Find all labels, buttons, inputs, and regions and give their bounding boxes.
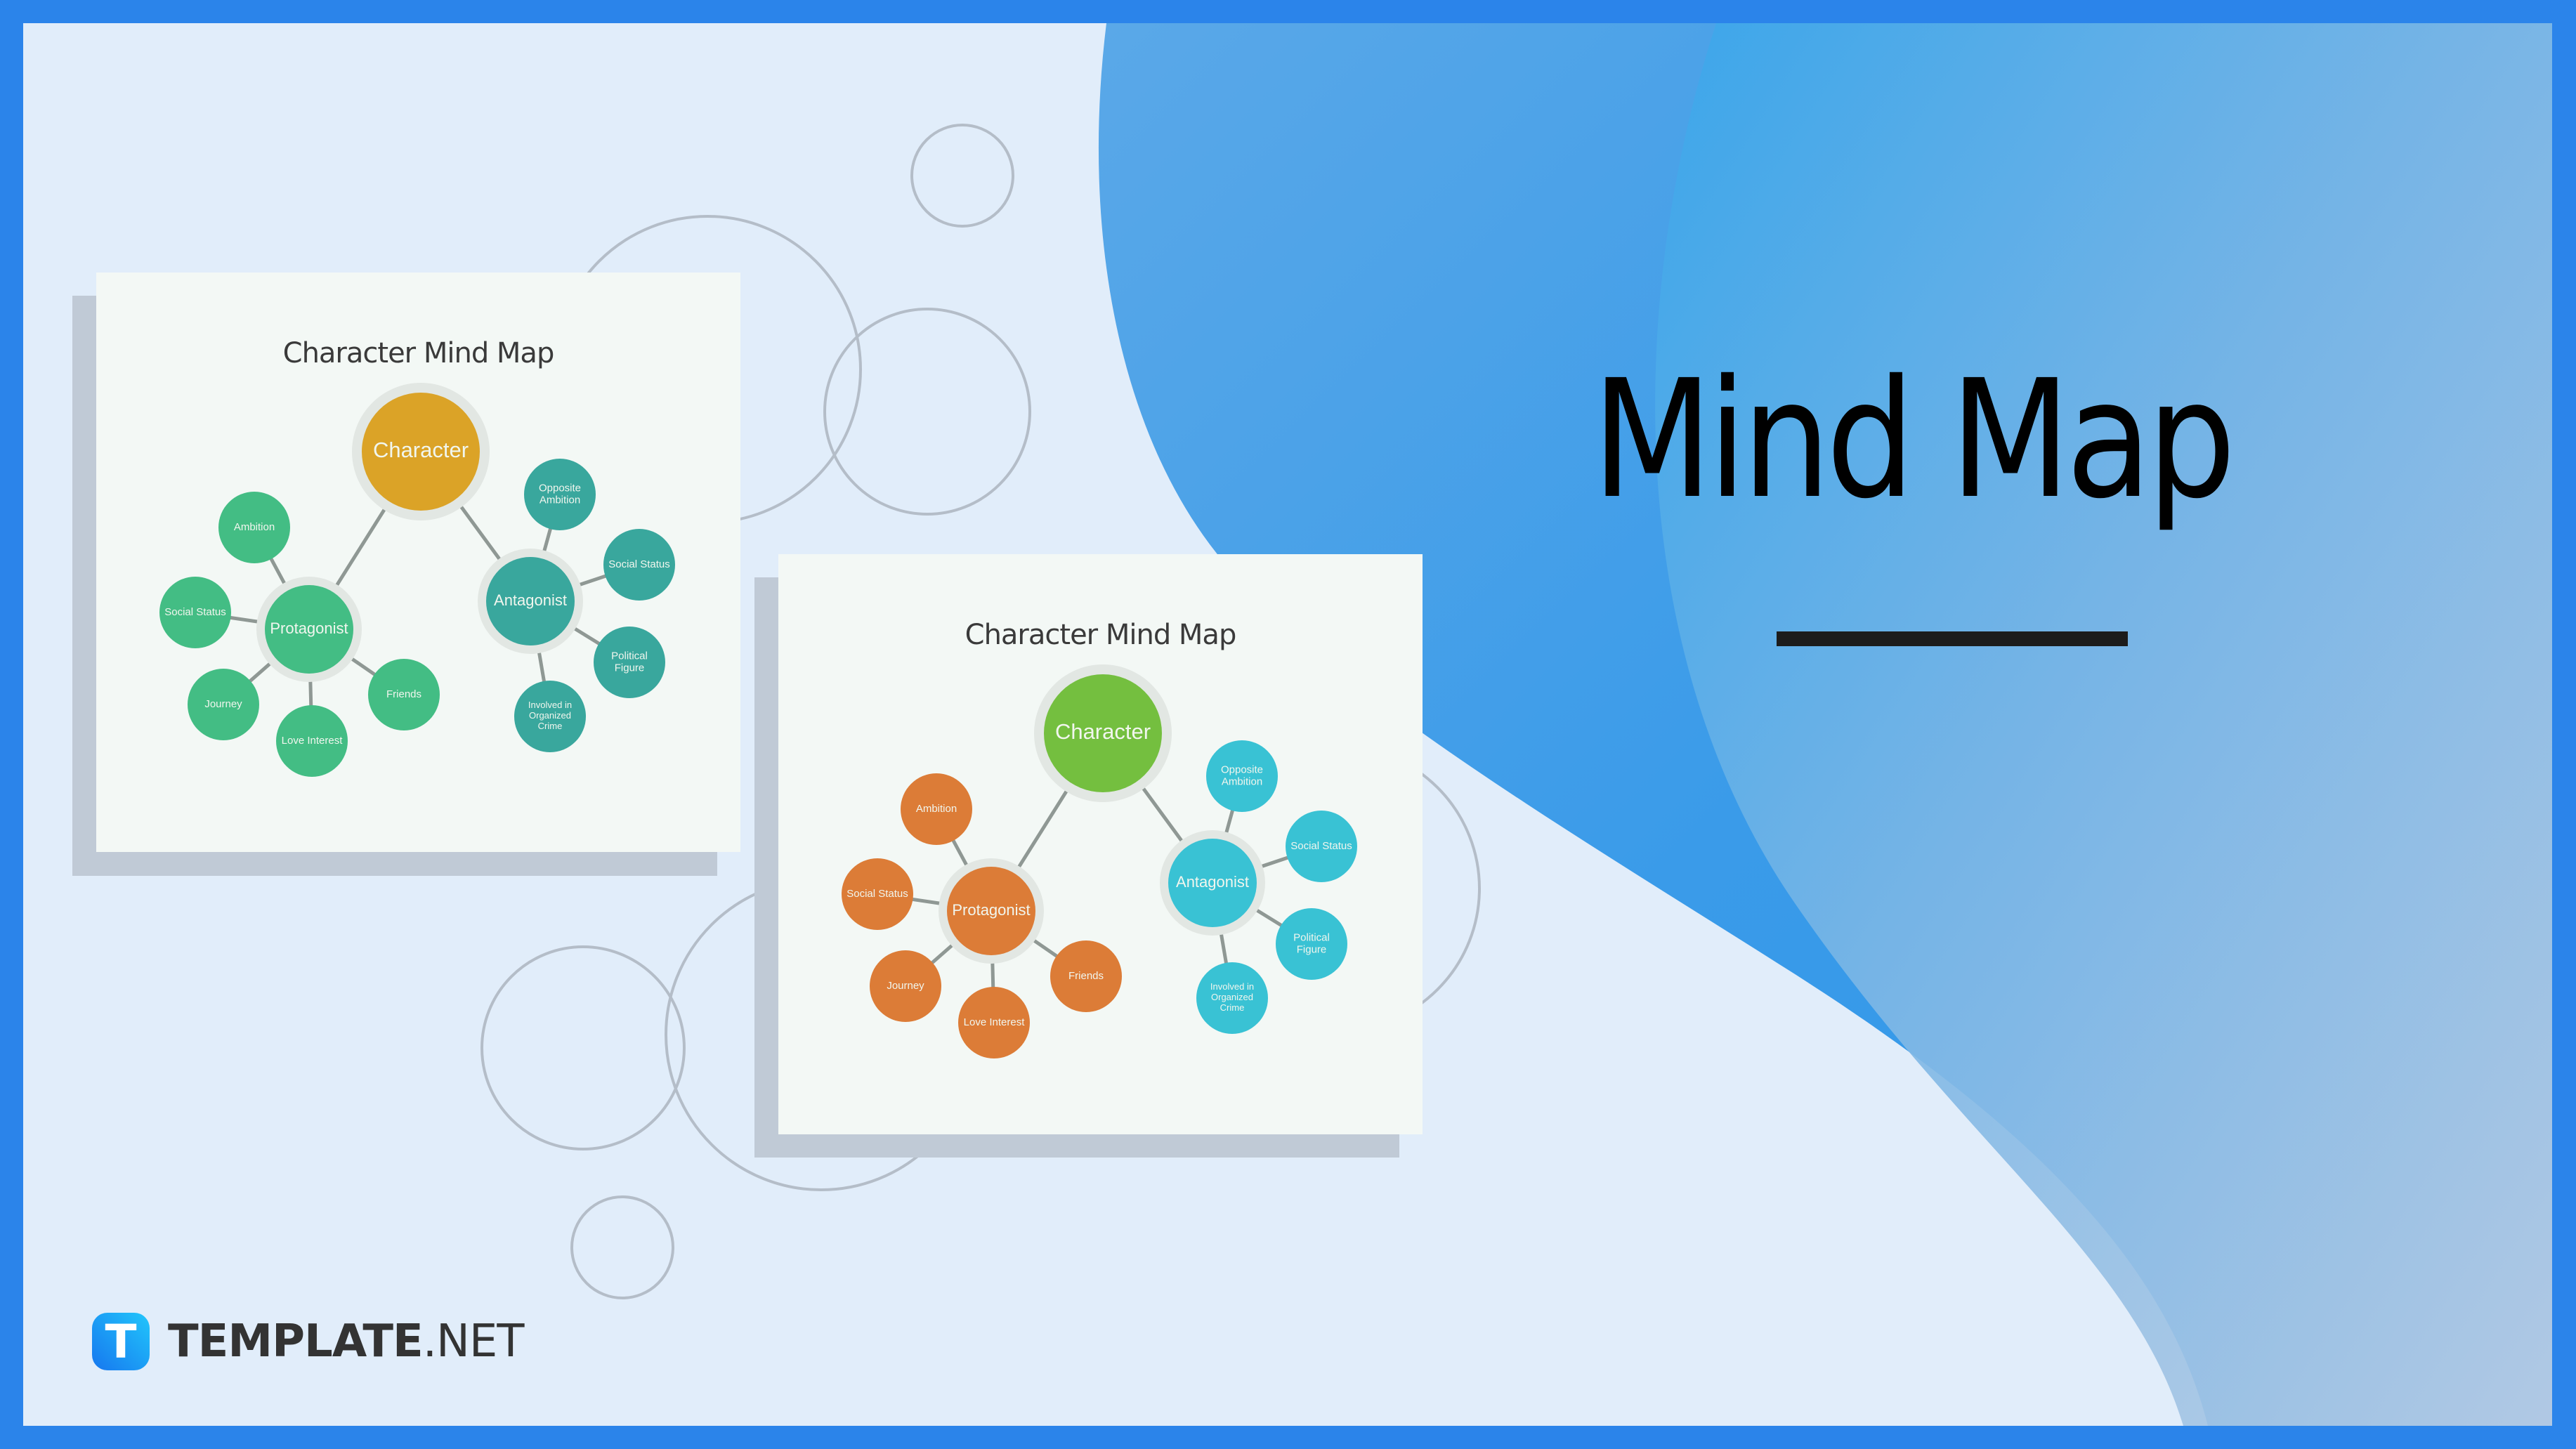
node-antagonist-opposite-ambition: Opposite Ambition bbox=[524, 459, 596, 530]
node-protagonist-love-interest: Love Interest bbox=[276, 705, 348, 777]
deco-circle bbox=[910, 124, 1014, 228]
brand-name: TEMPLATE.NET bbox=[168, 1316, 525, 1368]
node-antagonist-political-figure: Political Figure bbox=[1276, 908, 1347, 980]
node-protagonist-social-status-label: Social Status bbox=[846, 888, 908, 900]
node-root: Character bbox=[362, 393, 480, 511]
slide-canvas: Character Mind Map Character Protagonist A… bbox=[23, 23, 2552, 1426]
node-protagonist-friends-label: Friends bbox=[1068, 970, 1104, 982]
node-protagonist-friends: Friends bbox=[1050, 940, 1122, 1012]
node-antagonist-social-status-label: Social Status bbox=[608, 558, 670, 570]
page-title: Mind Map bbox=[1592, 345, 2236, 535]
node-antagonist-involved-in-organized-crime: Involved in Organized Crime bbox=[1196, 962, 1268, 1034]
deco-circle bbox=[570, 1195, 674, 1299]
node-protagonist-love-interest-label: Love Interest bbox=[282, 735, 344, 747]
mind-map-card-1: Character Mind Map Character Protagonist A… bbox=[96, 273, 740, 852]
brand-name-bold: TEMPLATE bbox=[168, 1316, 424, 1368]
node-antagonist-opposite-ambition: Opposite Ambition bbox=[1206, 740, 1278, 812]
brand-name-light: .NET bbox=[422, 1316, 525, 1368]
node-antagonist-involved-in-organized-crime: Involved in Organized Crime bbox=[514, 681, 586, 752]
node-protagonist-journey: Journey bbox=[870, 950, 941, 1022]
mind-map-diagram: Character Protagonist Ambition Social Statu… bbox=[159, 383, 675, 777]
node-root-label: Character bbox=[1055, 719, 1151, 744]
node-protagonist-ambition: Ambition bbox=[218, 492, 290, 563]
node-protagonist-journey-label: Journey bbox=[887, 980, 924, 992]
node-protagonist-social-status-label: Social Status bbox=[164, 606, 226, 618]
node-protagonist-social-status: Social Status bbox=[842, 858, 913, 930]
node-antagonist-opposite-ambition-label: Opposite Ambition bbox=[1221, 763, 1263, 787]
deco-circle bbox=[480, 945, 686, 1150]
node-protagonist-label: Protagonist bbox=[952, 901, 1030, 919]
node-protagonist-ambition-label: Ambition bbox=[916, 803, 957, 815]
node-protagonist-love-interest-label: Love Interest bbox=[964, 1016, 1026, 1028]
node-protagonist: Protagonist bbox=[947, 867, 1035, 955]
brand-logo[interactable]: T TEMPLATE.NET bbox=[92, 1313, 525, 1370]
node-antagonist-opposite-ambition-label: Opposite Ambition bbox=[539, 482, 581, 506]
node-root: Character bbox=[1044, 674, 1162, 792]
mind-map-diagram: Character Protagonist Ambition Social Statu… bbox=[842, 664, 1357, 1058]
node-protagonist-label: Protagonist bbox=[270, 619, 348, 637]
node-protagonist-friends-label: Friends bbox=[386, 688, 421, 700]
node-antagonist: Antagonist bbox=[486, 557, 575, 645]
node-protagonist-friends: Friends bbox=[368, 659, 440, 730]
node-antagonist-social-status: Social Status bbox=[603, 529, 675, 601]
node-antagonist-political-figure-label: Political Figure bbox=[1293, 931, 1330, 955]
mind-map-card-2: Character Mind Map Character Protagonist A… bbox=[778, 554, 1423, 1134]
node-protagonist-ambition-label: Ambition bbox=[234, 521, 275, 533]
node-protagonist: Protagonist bbox=[265, 585, 353, 674]
node-antagonist-label: Antagonist bbox=[1176, 873, 1249, 891]
light-overlay bbox=[1655, 23, 2552, 1426]
node-protagonist-social-status: Social Status bbox=[159, 577, 231, 648]
title-underline bbox=[1777, 631, 2128, 646]
node-protagonist-love-interest: Love Interest bbox=[958, 987, 1030, 1058]
node-antagonist-political-figure-label: Political Figure bbox=[611, 650, 648, 674]
node-protagonist-ambition: Ambition bbox=[901, 773, 972, 845]
node-antagonist-social-status: Social Status bbox=[1286, 811, 1357, 882]
node-antagonist-political-figure: Political Figure bbox=[594, 627, 665, 698]
node-antagonist: Antagonist bbox=[1168, 839, 1257, 927]
node-protagonist-journey: Journey bbox=[188, 669, 259, 740]
node-antagonist-label: Antagonist bbox=[494, 591, 567, 609]
template-logo-icon: T bbox=[92, 1313, 150, 1370]
node-protagonist-journey-label: Journey bbox=[204, 698, 242, 710]
node-root-label: Character bbox=[373, 438, 469, 462]
node-antagonist-social-status-label: Social Status bbox=[1290, 840, 1352, 852]
